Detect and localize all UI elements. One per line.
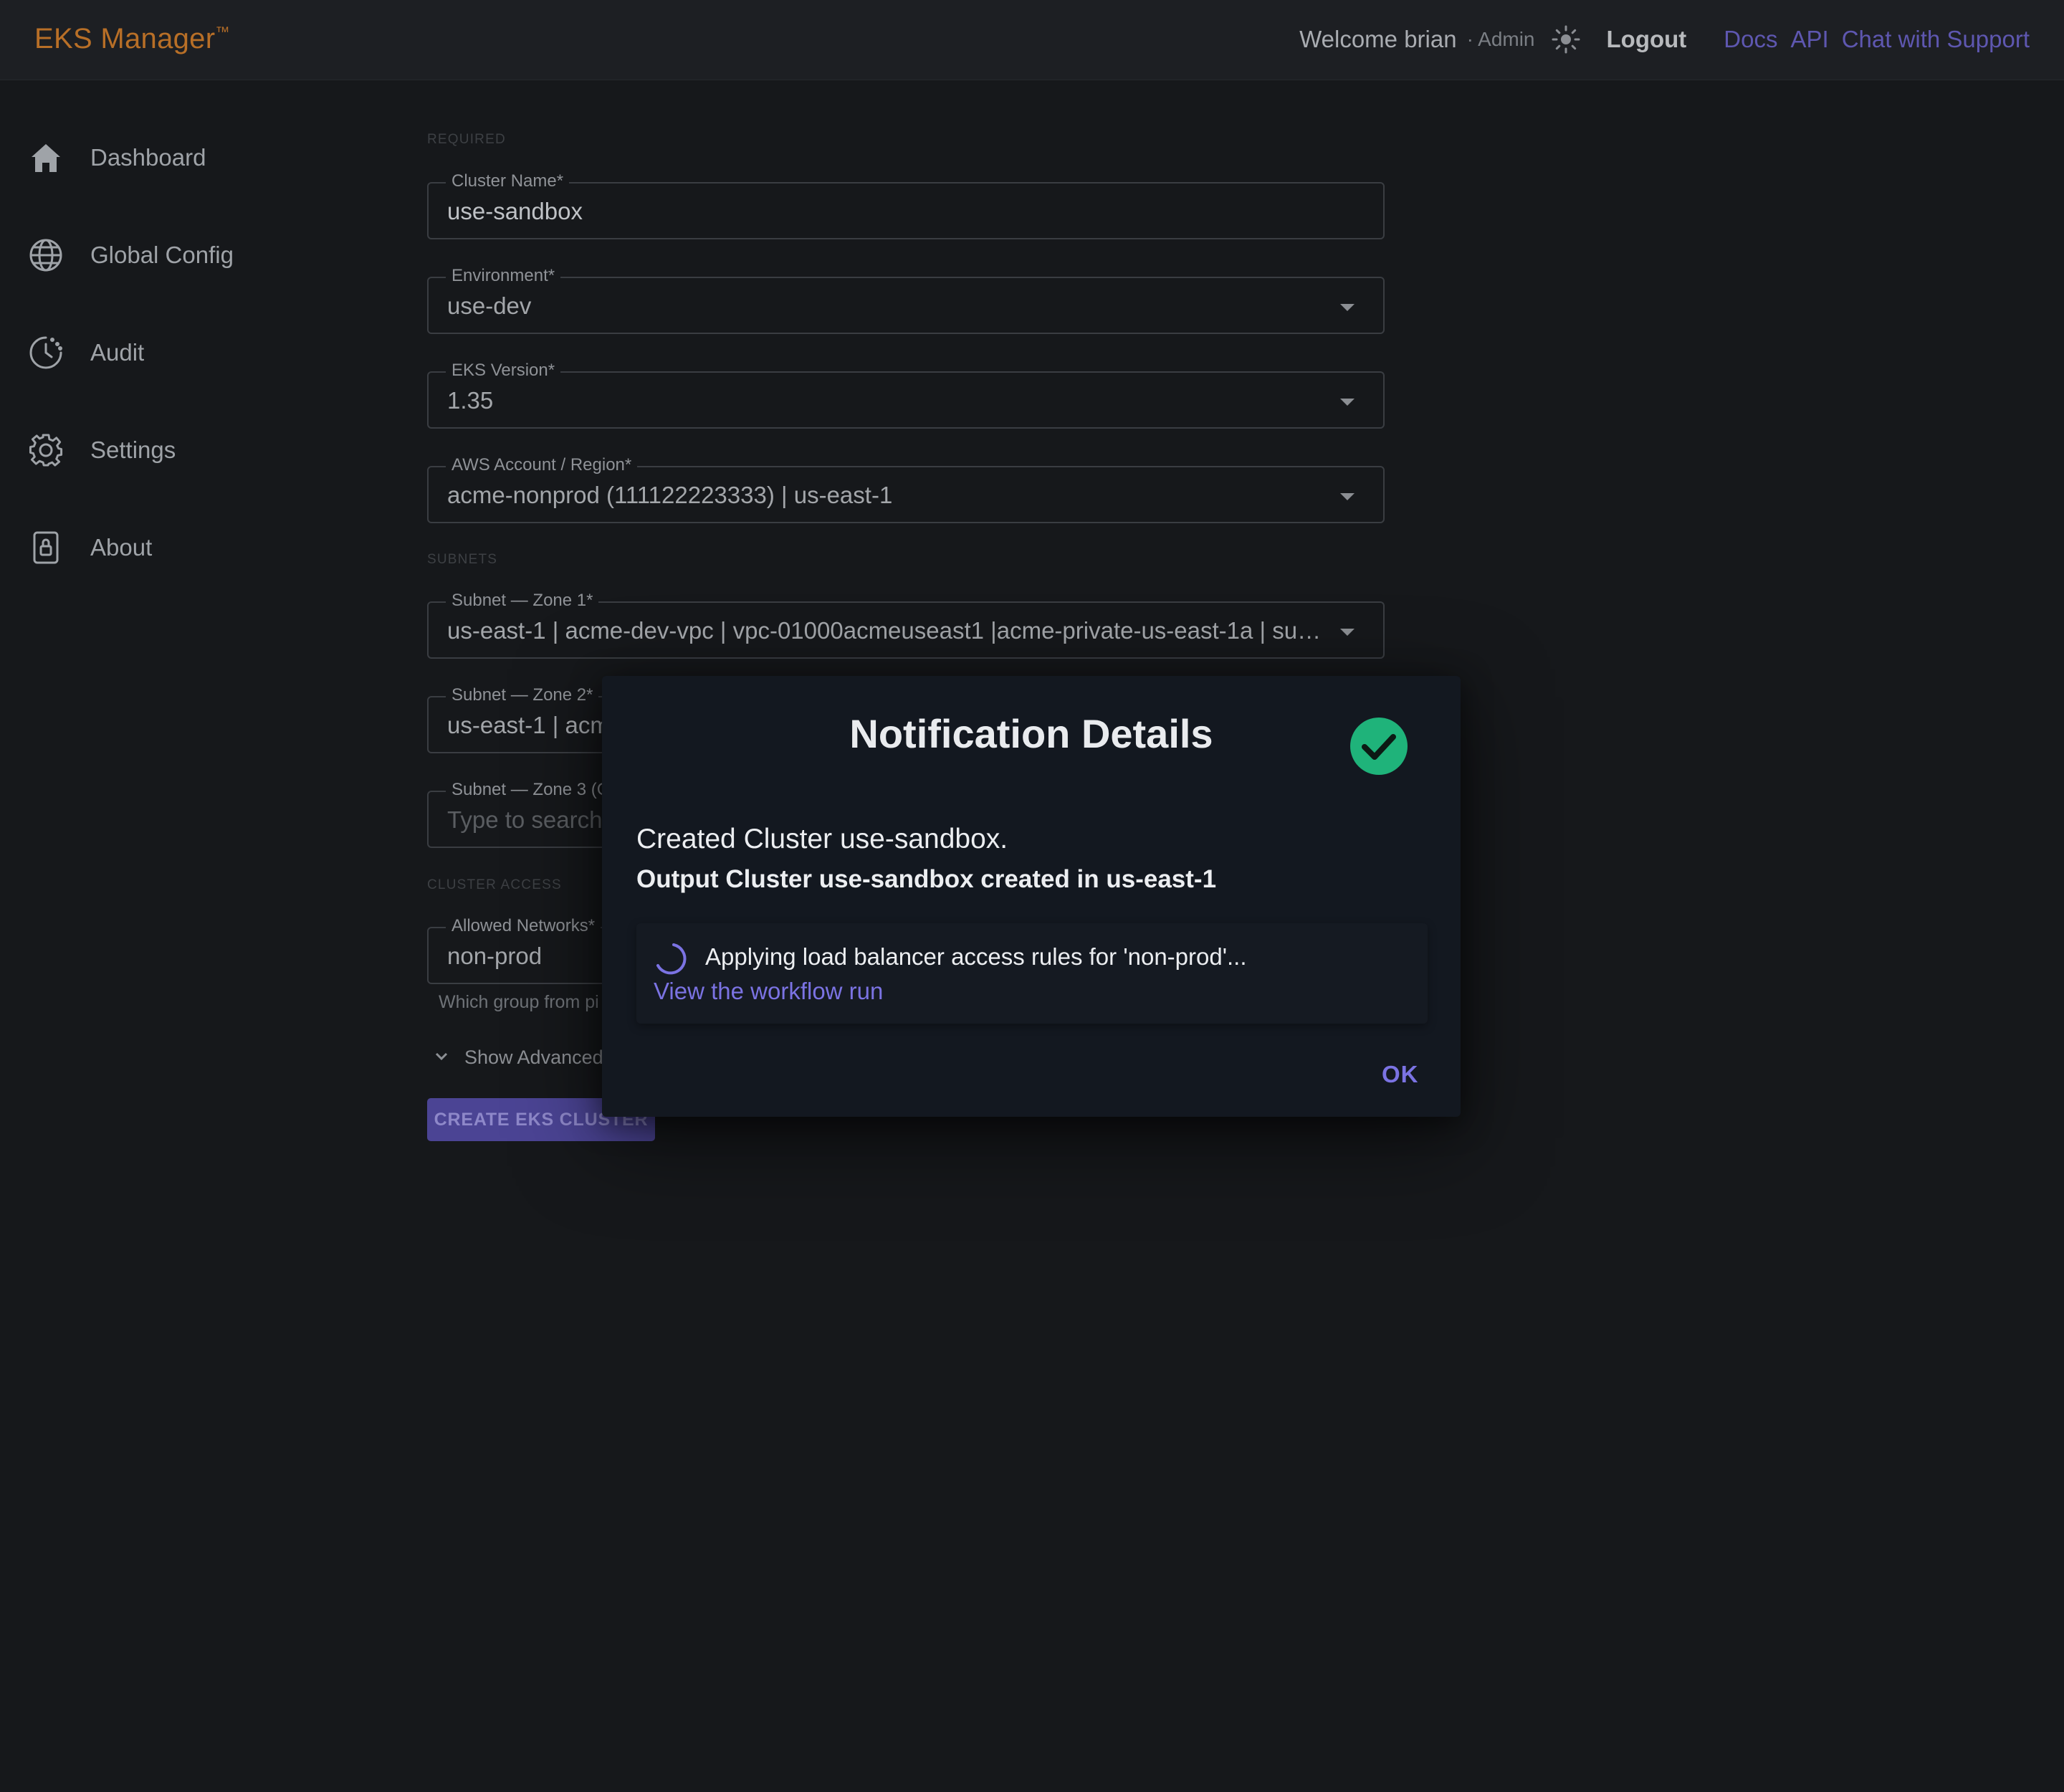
chat-support-link[interactable]: Chat with Support: [1842, 26, 2030, 53]
cluster-name-field[interactable]: Cluster Name* use-sandbox: [427, 171, 1385, 239]
sidebar-item-label: Dashboard: [90, 144, 206, 171]
logout-button[interactable]: Logout: [1607, 26, 1687, 53]
progress-text: Applying load balancer access rules for …: [705, 943, 1247, 970]
lock-icon: [27, 529, 64, 566]
field-value: acme-nonprod (111122223333) | us-east-1: [447, 482, 893, 508]
sidebar-item-label: About: [90, 534, 153, 561]
section-title-required: REQUIRED: [427, 132, 506, 147]
check-circle-icon: [1350, 718, 1408, 775]
progress-card: Applying load balancer access rules for …: [636, 923, 1428, 1024]
chevron-down-icon: [433, 1047, 450, 1068]
field-value: us-east-1 | acme-dev-vpc | vpc-01000acme…: [447, 617, 1326, 644]
show-advanced-label: Show Advanced: [464, 1047, 603, 1068]
eks-version-select[interactable]: EKS Version* 1.35: [427, 361, 1385, 429]
notification-message: Created Cluster use-sandbox.: [636, 824, 1008, 854]
dialog-title: Notification Details: [849, 711, 1213, 756]
sidebar-item-settings[interactable]: Settings: [27, 429, 176, 472]
trademark-mark: ™: [215, 24, 230, 40]
loading-spinner-icon: [652, 940, 688, 976]
user-role: · Admin: [1466, 28, 1535, 50]
sidebar-item-dashboard[interactable]: Dashboard: [27, 136, 206, 179]
chevron-down-icon[interactable]: [1340, 304, 1354, 311]
field-label: Subnet — Zone 1*: [446, 591, 599, 611]
section-title-cluster-access: CLUSTER ACCESS: [427, 877, 562, 892]
sidebar-item-audit[interactable]: Audit: [27, 331, 144, 374]
home-icon: [27, 139, 64, 176]
notification-details-dialog: Notification Details Created Cluster use…: [602, 676, 1461, 1117]
field-label: Cluster Name*: [446, 171, 570, 191]
field-label: AWS Account / Region*: [446, 455, 638, 475]
chevron-down-icon[interactable]: [1340, 493, 1354, 500]
sidebar-item-label: Settings: [90, 437, 176, 463]
top-app-bar: EKS Manager™ Welcome brian · Admin Logou…: [0, 0, 2064, 80]
chevron-down-icon[interactable]: [1340, 629, 1354, 636]
globe-icon: [27, 237, 64, 274]
field-value: use-dev: [447, 292, 532, 319]
field-label: Subnet — Zone 3 (C: [446, 780, 616, 800]
subnet-zone1-select[interactable]: Subnet — Zone 1* us-east-1 | acme-dev-vp…: [427, 591, 1385, 659]
header-actions: Welcome brian · Admin Logout Docs API Ch…: [1299, 22, 2030, 57]
field-label: EKS Version*: [446, 361, 561, 381]
ok-button[interactable]: OK: [1382, 1061, 1419, 1088]
field-value: use-sandbox: [447, 198, 583, 224]
notification-output: Output Cluster use-sandbox created in us…: [636, 865, 1217, 893]
gear-icon: [27, 432, 64, 469]
brand-name: EKS Manager: [34, 23, 216, 54]
api-link[interactable]: API: [1790, 26, 1828, 53]
field-label: Allowed Networks*: [446, 916, 601, 936]
welcome-text: Welcome brian: [1299, 26, 1457, 52]
sidebar-item-global-config[interactable]: Global Config: [27, 234, 234, 277]
workflow-run-link[interactable]: View the workflow run: [654, 978, 883, 1005]
section-title-subnets: SUBNETS: [427, 552, 498, 567]
field-label: Environment*: [446, 266, 561, 286]
sidebar-item-label: Global Config: [90, 242, 234, 268]
sidebar: Dashboard Global Config Audit Settings A…: [0, 80, 358, 1792]
sun-icon[interactable]: [1551, 24, 1581, 54]
sidebar-item-about[interactable]: About: [27, 526, 152, 569]
docs-link[interactable]: Docs: [1724, 26, 1777, 53]
sidebar-item-label: Audit: [90, 339, 145, 366]
app-brand[interactable]: EKS Manager™: [34, 23, 230, 55]
field-label: Subnet — Zone 2*: [446, 685, 599, 705]
chevron-down-icon[interactable]: [1340, 399, 1354, 406]
aws-account-select[interactable]: AWS Account / Region* acme-nonprod (1111…: [427, 455, 1385, 523]
allowed-networks-helper: Which group from pi: [439, 992, 599, 1012]
field-value: 1.35: [447, 387, 494, 414]
show-advanced-toggle[interactable]: Show Advanced: [433, 1047, 603, 1069]
environment-select[interactable]: Environment* use-dev: [427, 266, 1385, 334]
clock-icon: [27, 334, 64, 371]
